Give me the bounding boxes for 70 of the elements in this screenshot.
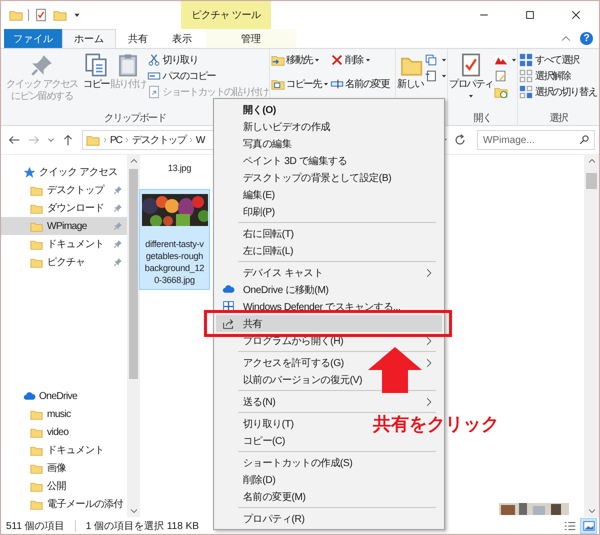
item-count: 511 個の項目 bbox=[6, 520, 65, 532]
nav-item[interactable]: 電子メールの添付 bbox=[1, 495, 127, 513]
ribbon-button[interactable]: コピー先 bbox=[271, 76, 330, 92]
breadcrumb[interactable]: W bbox=[196, 134, 204, 146]
ribbon-button[interactable]: 選択の切り替え bbox=[519, 84, 597, 100]
menu-item[interactable]: 以前のバージョンの復元(V) bbox=[243, 372, 362, 386]
ribbon-tab[interactable]: ホーム bbox=[62, 29, 116, 48]
breadcrumb[interactable]: PC bbox=[110, 134, 122, 146]
breadcrumb[interactable]: デスクトップ bbox=[132, 133, 186, 147]
menu-item[interactable]: 編集(E) bbox=[243, 188, 275, 202]
ribbon-tab[interactable]: 管理 bbox=[206, 29, 296, 48]
menu-item[interactable]: 印刷(P) bbox=[243, 204, 275, 218]
search-field[interactable]: WPimage... bbox=[477, 130, 595, 150]
ribbon-button[interactable]: コピー bbox=[83, 51, 110, 92]
menu-item[interactable]: 右に回転(T) bbox=[243, 226, 294, 240]
group-label: 開く bbox=[474, 112, 492, 125]
menu-item[interactable]: 共有 bbox=[216, 315, 442, 332]
help-button[interactable]: ? bbox=[580, 32, 593, 45]
menu-item[interactable]: コピー(C) bbox=[243, 434, 286, 448]
menu-item[interactable]: プロパティ(R) bbox=[243, 512, 304, 526]
menu-item[interactable]: ショートカットの作成(S) bbox=[243, 456, 352, 470]
nav-item[interactable]: ドキュメント bbox=[1, 441, 127, 459]
menu-item[interactable]: アクセスを許可する(G) bbox=[243, 356, 344, 370]
nav-item[interactable]: ダウンロード bbox=[1, 199, 127, 217]
menu-item[interactable]: 送る(N) bbox=[243, 394, 276, 408]
selection-info: 1 個の項目を選択 118 KB bbox=[86, 520, 199, 532]
nav-item[interactable]: デスクトップ bbox=[1, 181, 127, 199]
contextual-tab-header: ピクチャ ツール bbox=[181, 1, 271, 29]
group-label: 選択 bbox=[550, 112, 568, 125]
nav-item[interactable]: music bbox=[1, 405, 127, 423]
file-name: 13.jpg bbox=[168, 162, 192, 174]
nav-item[interactable]: WPimage bbox=[1, 217, 127, 235]
ribbon-tab[interactable]: ファイル bbox=[4, 29, 62, 48]
file-name: getables-rough bbox=[146, 250, 204, 262]
menu-item[interactable]: 写真の編集 bbox=[243, 136, 292, 150]
ribbon-button[interactable]: 選択解除 bbox=[519, 68, 597, 84]
annotation-text: 共有をクリック bbox=[373, 413, 499, 436]
nav-heading[interactable]: OneDrive bbox=[1, 387, 127, 405]
nav-item[interactable]: ピクチャ bbox=[1, 253, 127, 271]
file-name: 0-3668.jpg bbox=[154, 274, 195, 286]
ribbon-button[interactable]: すべて選択 bbox=[519, 52, 597, 68]
file-tile[interactable]: different-tasty-v getables-rough background_12 0-3668.jpg bbox=[139, 189, 210, 290]
ribbon-button[interactable]: 名前の変更 bbox=[330, 76, 390, 92]
ribbon-button[interactable]: 切り取り bbox=[146, 52, 268, 68]
ribbon-button[interactable]: プロパティ bbox=[449, 51, 494, 101]
menu-item[interactable]: ペイント 3D で編集する bbox=[243, 154, 348, 168]
nav-item[interactable]: ドキュメント bbox=[1, 235, 127, 253]
menu-item[interactable]: 開く(O) bbox=[243, 102, 276, 116]
menu-item[interactable]: 削除(D) bbox=[243, 472, 276, 486]
menu-item[interactable]: 左に回転(L) bbox=[243, 244, 294, 258]
file-tile[interactable]: 13.jpg bbox=[144, 161, 215, 175]
ribbon-button[interactable]: 削除 bbox=[330, 52, 390, 68]
ribbon-tab[interactable]: 共有 bbox=[116, 29, 160, 48]
menu-item[interactable]: 新しいビデオの作成 bbox=[243, 120, 330, 134]
menu-item[interactable]: OneDrive に移動(M) bbox=[243, 282, 329, 296]
ribbon-button[interactable]: 新しい bbox=[397, 51, 424, 92]
group-label: クリップボード bbox=[104, 112, 166, 125]
ribbon-button[interactable]: パスのコピー bbox=[146, 68, 268, 84]
nav-item[interactable]: video bbox=[1, 423, 127, 441]
ribbon-tab[interactable]: 表示 bbox=[160, 29, 204, 48]
menu-item[interactable]: デバイス キャスト bbox=[243, 266, 324, 280]
file-name: background_12 bbox=[144, 262, 204, 274]
file-name: different-tasty-v bbox=[145, 238, 204, 250]
ribbon-button[interactable]: 移動先 bbox=[271, 52, 330, 68]
menu-item[interactable]: 切り取り(T) bbox=[243, 416, 294, 430]
nav-heading[interactable]: クイック アクセス bbox=[1, 163, 127, 181]
menu-item[interactable]: 名前の変更(M) bbox=[243, 490, 306, 504]
menu-item[interactable]: デスクトップの背景として設定(B) bbox=[243, 170, 392, 184]
nav-item[interactable]: 画像 bbox=[1, 459, 127, 477]
nav-item[interactable]: 公開 bbox=[1, 477, 127, 495]
